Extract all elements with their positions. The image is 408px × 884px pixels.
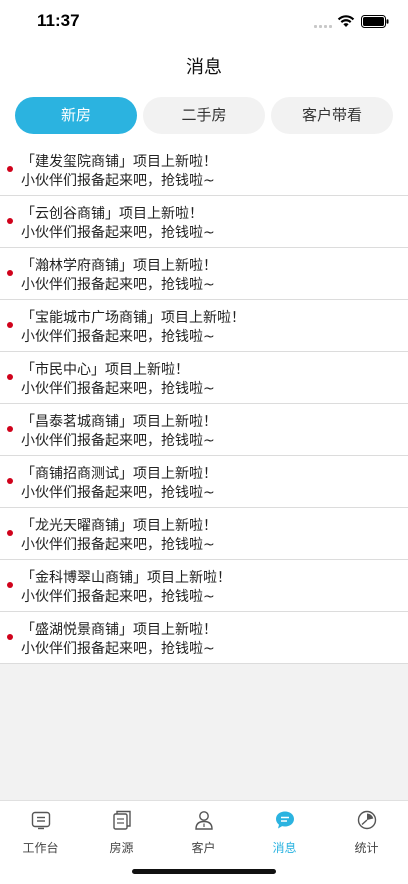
message-item[interactable]: 「宝能城市广场商铺」项目上新啦！ 小伙伴们报备起来吧，抢钱啦~ (0, 300, 408, 352)
wifi-icon (337, 15, 355, 27)
unread-dot (7, 166, 13, 172)
tabbar-item-customer[interactable]: 客户 (163, 807, 244, 855)
message-title: 「金科博翠山商铺」项目上新啦！ (21, 570, 231, 586)
message-body: 小伙伴们报备起来吧，抢钱啦~ (21, 381, 215, 397)
tabbar-label: 统计 (354, 841, 379, 855)
message-item[interactable]: 「昌泰茗城商铺」项目上新啦！ 小伙伴们报备起来吧，抢钱啦~ (0, 404, 408, 456)
message-body: 小伙伴们报备起来吧，抢钱啦~ (21, 225, 215, 241)
message-title: 「盛湖悦景商铺」项目上新啦！ (21, 622, 217, 638)
message-item[interactable]: 「龙光天曜商铺」项目上新啦！ 小伙伴们报备起来吧，抢钱啦~ (0, 508, 408, 560)
message-title: 「龙光天曜商铺」项目上新啦！ (21, 518, 217, 534)
unread-dot (7, 322, 13, 328)
message-item[interactable]: 「盛湖悦景商铺」项目上新啦！ 小伙伴们报备起来吧，抢钱啦~ (0, 612, 408, 664)
listings-icon (113, 810, 131, 830)
tabbar-item-listings[interactable]: 房源 (81, 807, 162, 855)
tab-new-house[interactable]: 新房 (15, 97, 137, 134)
page-title: 消息 (186, 57, 222, 78)
message-body: 小伙伴们报备起来吧，抢钱啦~ (21, 329, 215, 345)
message-body: 小伙伴们报备起来吧，抢钱啦~ (21, 485, 215, 501)
status-time: 11:37 (37, 11, 80, 30)
message-title: 「建发玺院商铺」项目上新啦！ (21, 154, 217, 170)
cellular-signal-icon (314, 22, 334, 28)
tab-customer-viewing[interactable]: 客户带看 (271, 97, 393, 134)
message-item[interactable]: 「云创谷商铺」项目上新啦！ 小伙伴们报备起来吧，抢钱啦~ (0, 196, 408, 248)
tabbar-label: 房源 (109, 841, 134, 855)
message-body: 小伙伴们报备起来吧，抢钱啦~ (21, 589, 215, 605)
tabbar-item-statistics[interactable]: 统计 (326, 807, 407, 855)
unread-dot (7, 270, 13, 276)
message-item[interactable]: 「瀚林学府商铺」项目上新啦！ 小伙伴们报备起来吧，抢钱啦~ (0, 248, 408, 300)
message-title: 「云创谷商铺」项目上新啦！ (21, 206, 203, 222)
tabbar-label: 工作台 (22, 841, 59, 855)
message-body: 小伙伴们报备起来吧，抢钱啦~ (21, 641, 215, 657)
unread-dot (7, 582, 13, 588)
tabbar-label: 客户 (191, 841, 216, 855)
unread-dot (7, 634, 13, 640)
message-body: 小伙伴们报备起来吧，抢钱啦~ (21, 277, 215, 293)
message-item[interactable]: 「建发玺院商铺」项目上新啦！ 小伙伴们报备起来吧，抢钱啦~ (0, 144, 408, 196)
status-bar: 11:37 (0, 0, 408, 44)
tabbar-label: 消息 (272, 841, 297, 855)
unread-dot (7, 530, 13, 536)
message-item[interactable]: 「商铺招商测试」项目上新啦！ 小伙伴们报备起来吧，抢钱啦~ (0, 456, 408, 508)
message-body: 小伙伴们报备起来吧，抢钱啦~ (21, 537, 215, 553)
message-item[interactable]: 「金科博翠山商铺」项目上新啦！ 小伙伴们报备起来吧，抢钱啦~ (0, 560, 408, 612)
home-indicator (132, 869, 276, 874)
unread-dot (7, 374, 13, 380)
message-title: 「昌泰茗城商铺」项目上新啦！ (21, 414, 217, 430)
message-title: 「宝能城市广场商铺」项目上新啦！ (21, 310, 245, 326)
message-body: 小伙伴们报备起来吧，抢钱啦~ (21, 433, 215, 449)
unread-dot (7, 426, 13, 432)
workbench-icon (31, 811, 51, 830)
message-list: 「建发玺院商铺」项目上新啦！ 小伙伴们报备起来吧，抢钱啦~ 「云创谷商铺」项目上… (0, 144, 408, 664)
tab-second-hand-house[interactable]: 二手房 (143, 97, 265, 134)
statistics-icon (357, 810, 377, 830)
tabbar-item-message[interactable]: 消息 (244, 807, 325, 855)
category-tabs: 新房 二手房 客户带看 (15, 97, 393, 134)
message-title: 「商铺招商测试」项目上新啦！ (21, 466, 217, 482)
message-title: 「市民中心」项目上新啦！ (21, 362, 189, 378)
unread-dot (7, 478, 13, 484)
message-item[interactable]: 「市民中心」项目上新啦！ 小伙伴们报备起来吧，抢钱啦~ (0, 352, 408, 404)
battery-icon (361, 15, 389, 28)
customer-icon (195, 811, 213, 830)
tabbar-item-workbench[interactable]: 工作台 (0, 807, 81, 855)
message-icon (276, 811, 294, 829)
unread-dot (7, 218, 13, 224)
message-body: 小伙伴们报备起来吧，抢钱啦~ (21, 173, 215, 189)
message-title: 「瀚林学府商铺」项目上新啦！ (21, 258, 217, 274)
top-area: 11:37 消息 新房 二手房 客户带看 (0, 0, 408, 144)
